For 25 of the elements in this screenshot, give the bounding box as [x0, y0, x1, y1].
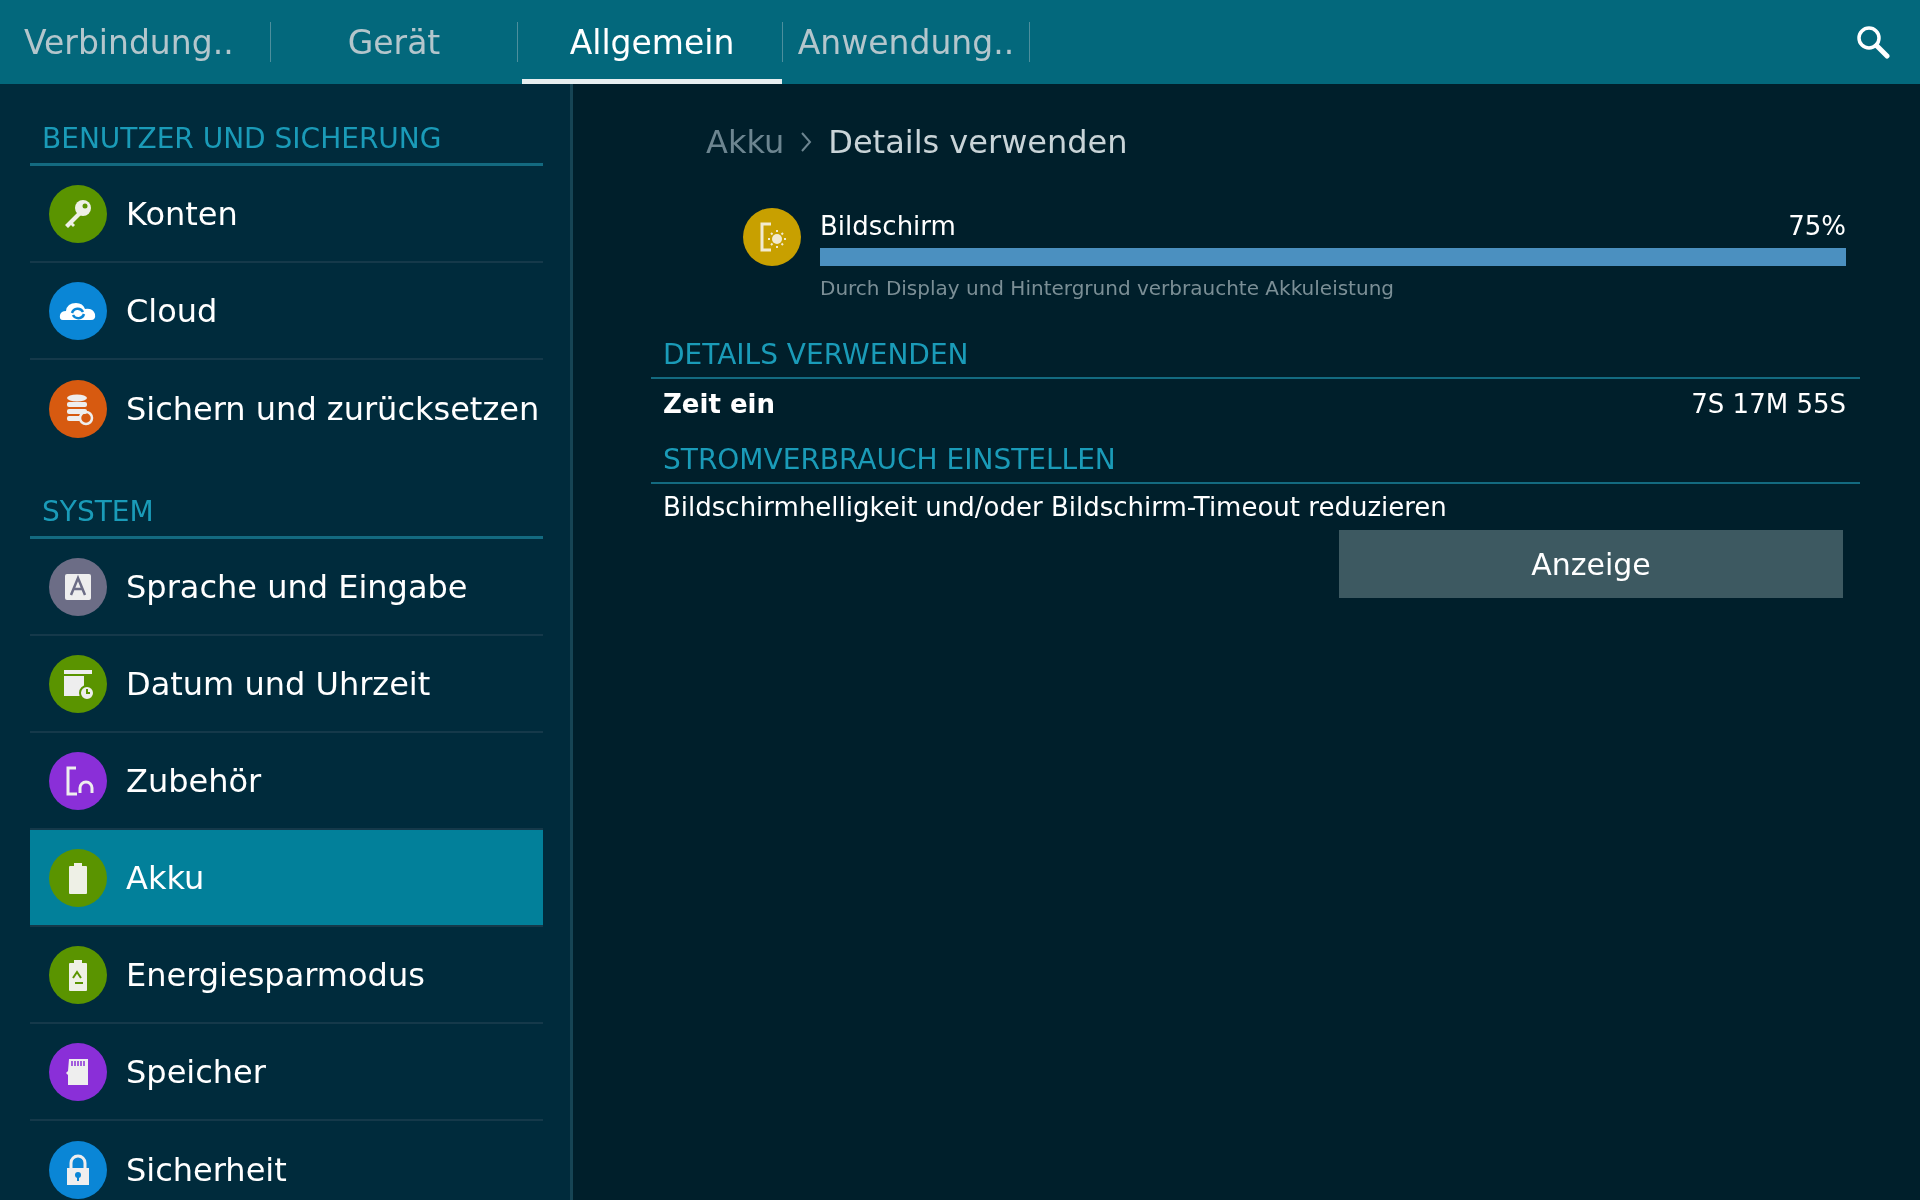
section-header: BENUTZER UND SICHERUNG: [30, 84, 543, 166]
sidebar-item[interactable]: Energiesparmodus: [30, 927, 543, 1024]
detail-value: 7S 17M 55S: [1691, 389, 1846, 419]
tab[interactable]: Gerät: [271, 0, 517, 84]
section-header: SYSTEM: [30, 457, 543, 539]
page-title: Details verwenden: [828, 123, 1128, 161]
section-header: STROMVERBRAUCH EINSTELLEN: [651, 443, 1860, 484]
tab[interactable]: Anwendung..: [783, 0, 1029, 84]
sidebar-item[interactable]: Sicherheit: [30, 1121, 543, 1200]
usage-label: Bildschirm: [820, 211, 956, 241]
sidebar-item[interactable]: Akku: [30, 830, 543, 927]
sidebar-item[interactable]: Sprache und Eingabe: [30, 539, 543, 636]
tab[interactable]: Verbindung..: [0, 0, 270, 84]
sidebar-item[interactable]: Cloud: [30, 263, 543, 360]
detail-label: Zeit ein: [663, 389, 775, 419]
usage-percent: 75%: [1788, 211, 1846, 241]
display-button[interactable]: Anzeige: [1339, 530, 1843, 598]
sidebar-item[interactable]: Konten: [30, 166, 543, 263]
sidebar-item[interactable]: Datum und Uhrzeit: [30, 636, 543, 733]
usage-description: Durch Display und Hintergrund verbrauchte Akkuleistung: [820, 276, 1395, 300]
section-header: DETAILS VERWENDEN: [651, 338, 1860, 379]
sidebar-item[interactable]: Sichern und zurücksetzen: [30, 360, 543, 457]
breadcrumb-link[interactable]: Akku: [706, 123, 785, 161]
sidebar-item[interactable]: Speicher: [30, 1024, 543, 1121]
power-tip-text: Bildschirmhelligkeit und/oder Bildschirm-Timeout reduzieren: [662, 491, 1448, 522]
